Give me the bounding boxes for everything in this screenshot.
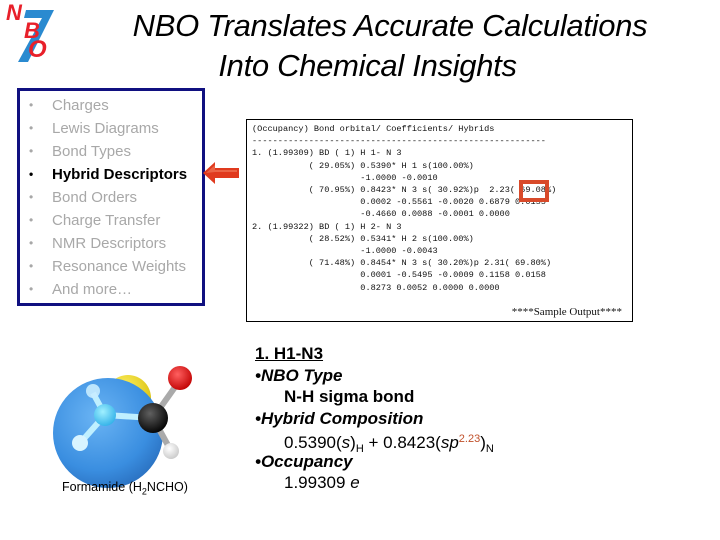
n-hybrid-exponent: 2.23 <box>458 433 481 445</box>
formula-suffix: NCHO) <box>146 480 188 494</box>
blue-orbital-lobe <box>53 378 163 488</box>
topic-label: Bond Orders <box>52 189 138 206</box>
title-line-1: NBO Translates Accurate Calculations <box>132 8 648 43</box>
bullet-icon: • <box>29 236 34 250</box>
bullet-icon: • <box>29 98 34 112</box>
bullet-icon: • <box>29 259 34 273</box>
nbo-output-text: (Occupancy) Bond orbital/ Coefficients/ … <box>252 124 557 293</box>
left-arrow-icon <box>203 162 239 184</box>
atom-nitrogen <box>94 404 116 426</box>
occupancy-value-row: 1.99309 e <box>255 472 494 494</box>
topic-list-box: • Charges • Lewis Diagrams • Bond Types • Hy… <box>17 88 205 306</box>
slide-title: NBO Translates Accurate Calculations Int… <box>60 6 720 86</box>
nbo-type-label-row: •NBO Type <box>255 365 494 387</box>
bullet-icon: • <box>29 167 34 181</box>
atom-carbon <box>138 403 168 433</box>
topic-label: Resonance Weights <box>52 258 186 275</box>
atom-hydrogen-c <box>163 443 179 459</box>
bond-analysis: 1. H1-N3 •NBO Type N-H sigma bond •Hybri… <box>255 343 494 494</box>
topic-label: Charges <box>52 97 109 114</box>
bullet-icon: • <box>29 190 34 204</box>
occupancy-unit: e <box>350 473 360 492</box>
h-coefficient: 0.5390( <box>284 433 342 452</box>
topic-label: Bond Types <box>52 143 131 160</box>
formula-prefix: (H <box>128 480 142 494</box>
bullet-icon: • <box>29 144 34 158</box>
molecule-name: Formamide <box>62 480 126 494</box>
occupancy-label-row: •Occupancy <box>255 451 494 473</box>
nbo-type-label: NBO Type <box>260 365 343 385</box>
bond-heading: 1. H1-N3 <box>255 344 324 363</box>
nbo-type-value: N-H sigma bond <box>284 387 415 406</box>
h-orbital: s <box>341 433 351 452</box>
topic-label: Lewis Diagrams <box>52 120 159 137</box>
n-coefficient: + 0.8423( <box>363 433 441 452</box>
hybrid-label-row: •Hybrid Composition <box>255 408 494 430</box>
h-subscript: H <box>355 443 364 455</box>
topic-label: Charge Transfer <box>52 212 161 229</box>
bullet-icon: • <box>29 282 34 296</box>
atom-oxygen <box>168 366 192 390</box>
hybrid-label: Hybrid Composition <box>260 408 424 428</box>
occupancy-label: Occupancy <box>260 451 353 471</box>
topic-label: NMR Descriptors <box>52 235 167 252</box>
sample-output-box: (Occupancy) Bond orbital/ Coefficients/ … <box>246 119 633 322</box>
logo-letter-n: N <box>6 0 22 25</box>
atom-hydrogen-2 <box>72 435 88 451</box>
sample-output-caption: ****Sample Output**** <box>511 306 622 318</box>
atom-hydrogen-1 <box>86 384 100 398</box>
n-orbital: sp <box>440 433 459 452</box>
bullet-icon: • <box>29 213 34 227</box>
hybrid-composition: 0.5390(s)H + 0.8423(sp2.23)N <box>255 429 494 455</box>
formamide-molecule-image <box>53 366 192 488</box>
bullet-icon: • <box>29 121 34 135</box>
occupancy-value: 1.99309 <box>284 473 346 492</box>
title-line-2: Into Chemical Insights <box>218 48 517 83</box>
molecule-caption: Formamide (H2NCHO) <box>62 480 188 497</box>
topic-label: Hybrid Descriptors <box>52 166 188 183</box>
n-subscript: N <box>485 443 494 455</box>
topic-label: And more… <box>52 281 133 298</box>
hybrid-exponent-highlight <box>519 180 549 202</box>
